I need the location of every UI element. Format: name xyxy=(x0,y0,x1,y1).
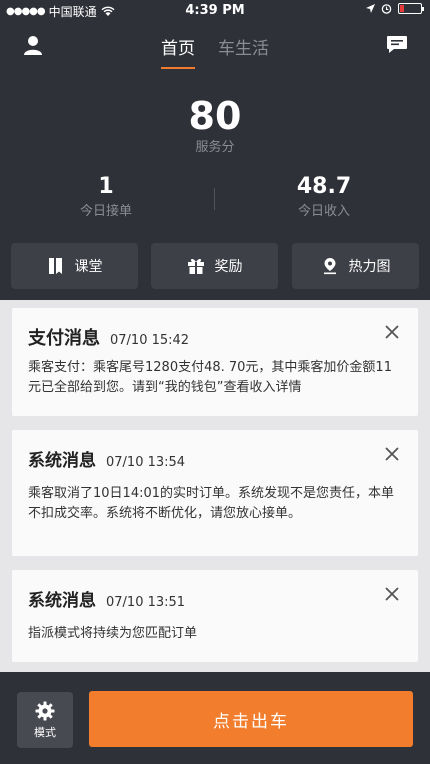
message-time: 07/10 15:42 xyxy=(110,333,190,348)
tab-home[interactable]: 首页 xyxy=(160,34,195,69)
message-body: 指派模式将持续为您匹配订单 xyxy=(28,626,198,641)
today-income-value: 48.7 xyxy=(296,174,352,199)
classroom-label: 课堂 xyxy=(74,259,103,275)
gear-icon xyxy=(35,701,55,721)
messages-button[interactable] xyxy=(386,35,408,55)
book-icon xyxy=(48,258,62,274)
message-title: 系统消息 07/10 13:54 xyxy=(28,446,185,471)
tab-car-life[interactable]: 车生活 xyxy=(218,34,269,59)
start-driving-button[interactable]: 点击出车 xyxy=(89,691,413,747)
nav-tabs: 首页 车生活 xyxy=(0,34,430,69)
today-income[interactable]: 48.7 今日收入 xyxy=(254,174,394,219)
close-icon[interactable] xyxy=(384,324,400,340)
status-bar: ●●●●● 中国联通 4:39 PM xyxy=(0,0,430,22)
message-card[interactable]: 支付消息 07/10 15:42 乘客支付：乘客尾号1280支付48. 70元，其… xyxy=(12,308,418,416)
rewards-label: 奖励 xyxy=(214,259,243,275)
top-nav: 首页 车生活 xyxy=(0,24,430,69)
mode-button[interactable]: 模式 xyxy=(17,692,73,748)
today-orders[interactable]: 1 今日接单 xyxy=(36,174,176,219)
message-card[interactable]: 系统消息 07/10 13:54 乘客取消了10日14:01的实时订单。系统发现不… xyxy=(12,430,418,556)
today-orders-value: 1 xyxy=(98,174,114,199)
message-time: 07/10 13:54 xyxy=(106,455,186,470)
close-icon[interactable] xyxy=(384,586,400,602)
classroom-button[interactable]: 课堂 xyxy=(11,243,138,289)
message-title: 系统消息 07/10 13:51 xyxy=(28,586,185,611)
message-feed: 支付消息 07/10 15:42 乘客支付：乘客尾号1280支付48. 70元，其… xyxy=(0,300,430,672)
mode-label: 模式 xyxy=(34,726,56,739)
gift-icon xyxy=(187,258,204,274)
bottom-bar: 模式 点击出车 xyxy=(0,672,430,764)
daily-stats: 1 今日接单 48.7 今日收入 xyxy=(0,174,430,222)
chat-bubble-icon xyxy=(387,36,407,53)
today-orders-label: 今日接单 xyxy=(79,204,132,219)
service-score-value: 80 xyxy=(188,94,242,138)
message-body: 乘客取消了10日14:01的实时订单。系统发现不是您责任，本单不扣成交率。系统将… xyxy=(28,486,395,521)
message-type: 系统消息 xyxy=(28,451,96,471)
today-income-label: 今日收入 xyxy=(297,204,350,219)
message-title: 支付消息 07/10 15:42 xyxy=(28,324,189,350)
status-icons xyxy=(366,3,424,14)
message-body: 乘客支付：乘客尾号1280支付48. 70元，其中乘客加价金额11元已全部给到您… xyxy=(28,360,392,395)
alarm-icon xyxy=(381,4,392,14)
service-score[interactable]: 80 服务分 xyxy=(0,96,430,155)
rewards-button[interactable]: 奖励 xyxy=(151,243,278,289)
service-score-label: 服务分 xyxy=(195,140,235,155)
message-time: 07/10 13:51 xyxy=(106,595,186,610)
stats-divider xyxy=(214,188,215,210)
location-arrow-icon xyxy=(366,4,375,13)
message-type: 支付消息 xyxy=(28,328,100,349)
battery-icon xyxy=(398,3,424,14)
close-icon[interactable] xyxy=(384,446,400,462)
heatmap-label: 热力图 xyxy=(348,259,391,275)
message-type: 系统消息 xyxy=(28,591,96,611)
location-pin-icon xyxy=(323,258,336,275)
message-card[interactable]: 系统消息 07/10 13:51 指派模式将持续为您匹配订单 xyxy=(12,570,418,662)
heatmap-button[interactable]: 热力图 xyxy=(292,243,419,289)
